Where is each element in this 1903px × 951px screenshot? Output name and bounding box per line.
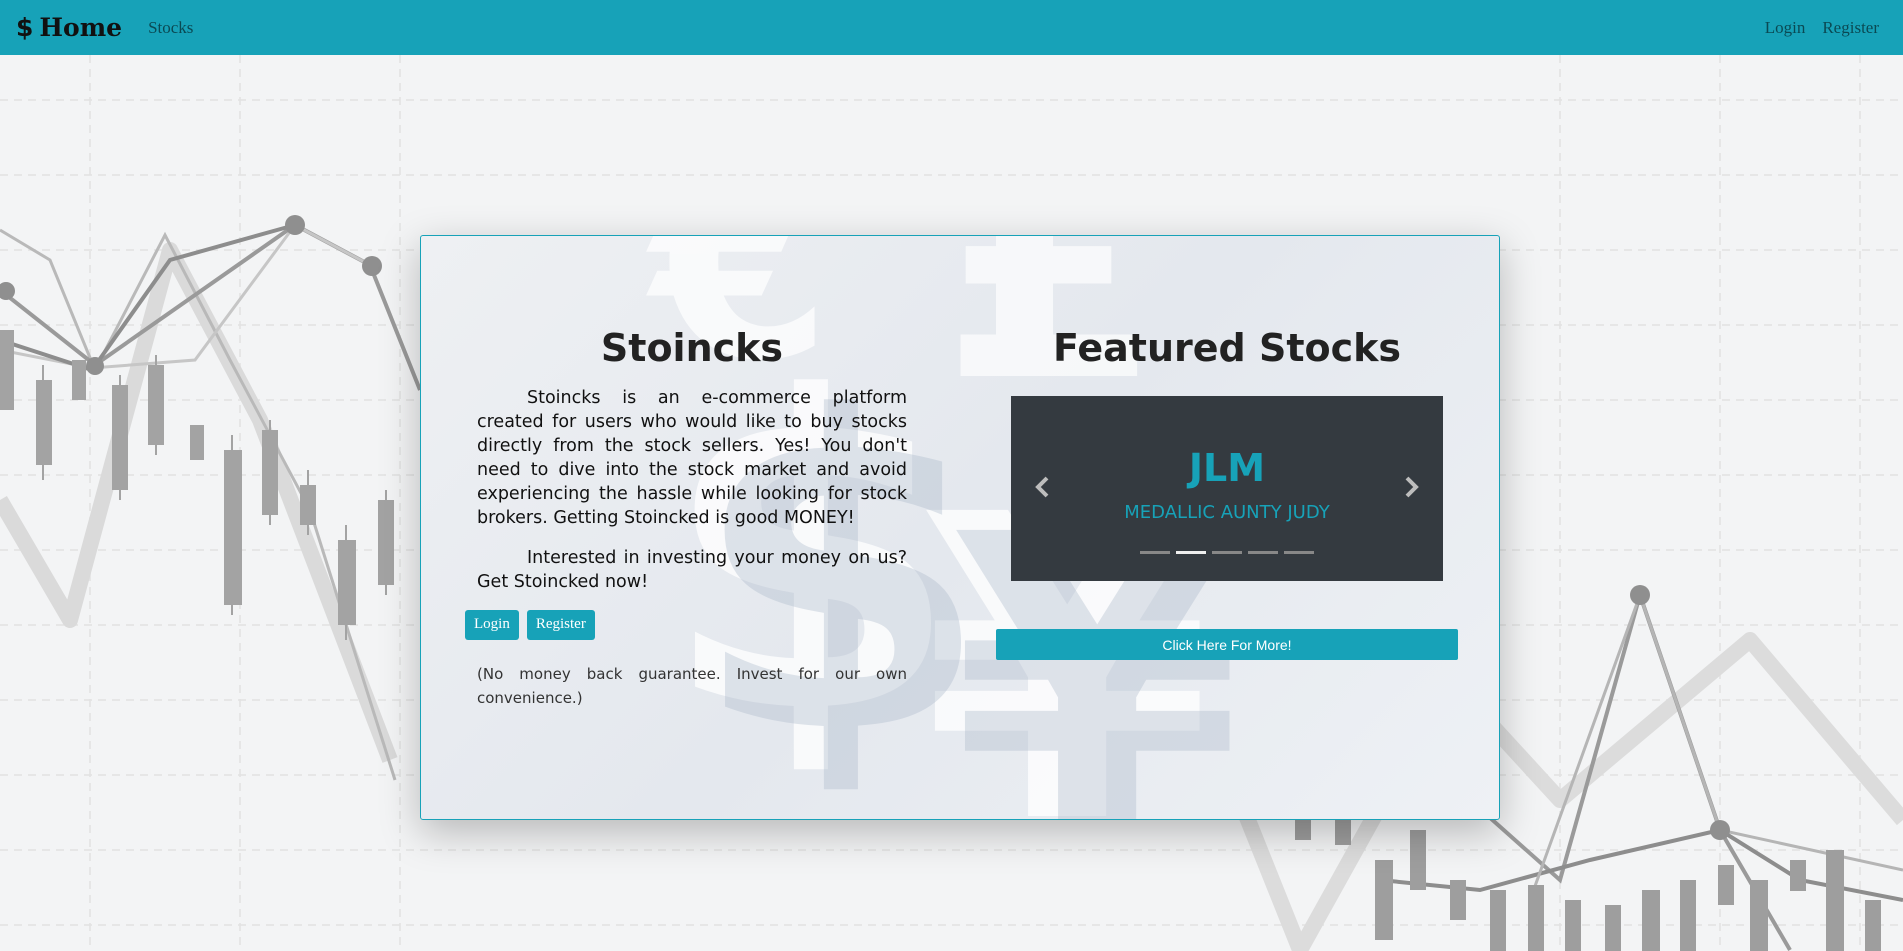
featured-title: Featured Stocks	[1052, 326, 1402, 370]
intro-paragraph-2: Interested in investing your money on us…	[477, 548, 907, 592]
carousel-indicator[interactable]	[1248, 551, 1278, 554]
featured-stock-carousel[interactable]: JLM MEDALLIC AUNTY JUDY	[1011, 396, 1443, 581]
brand-label: Home	[39, 13, 123, 42]
carousel-indicator[interactable]	[1140, 551, 1170, 554]
register-button[interactable]: Register	[526, 610, 595, 640]
view-more-stocks-button[interactable]: Click Here For More!	[996, 629, 1458, 660]
carousel-indicators	[1011, 551, 1443, 554]
stock-ticker[interactable]: JLM	[1011, 446, 1443, 490]
disclaimer-note: (No money back guarantee. Invest for our…	[477, 665, 907, 707]
chevron-right-icon[interactable]	[1401, 476, 1421, 500]
stock-company-name: MEDALLIC AUNTY JUDY	[1124, 502, 1330, 523]
intro-title: Stoincks	[600, 326, 784, 370]
nav-stocks-link[interactable]: Stocks	[148, 18, 193, 38]
carousel-indicator[interactable]	[1176, 551, 1206, 554]
carousel-indicator[interactable]	[1212, 551, 1242, 554]
nav-auth-links: Login Register	[1765, 18, 1887, 38]
hero-card: $ ¥ € £ $ ¥ Stoincks Stoincks is an e-co…	[420, 235, 1500, 820]
intro-button-row: Login Register	[465, 610, 907, 640]
carousel-indicator[interactable]	[1284, 551, 1314, 554]
dollar-sign-icon: $	[16, 13, 34, 42]
login-button[interactable]: Login	[465, 610, 519, 640]
intro-section: Stoincks Stoincks is an e-commerce platf…	[465, 326, 907, 710]
featured-section: Featured Stocks JLM MEDALLIC AUNTY JUDY …	[995, 326, 1459, 660]
top-navbar: $ Home Stocks Login Register	[0, 0, 1903, 55]
intro-paragraph-1: Stoincks is an e-commerce platform creat…	[477, 388, 907, 528]
home-brand-link[interactable]: $ Home	[16, 13, 122, 42]
nav-register-link[interactable]: Register	[1822, 18, 1879, 38]
nav-login-link[interactable]: Login	[1765, 18, 1806, 38]
